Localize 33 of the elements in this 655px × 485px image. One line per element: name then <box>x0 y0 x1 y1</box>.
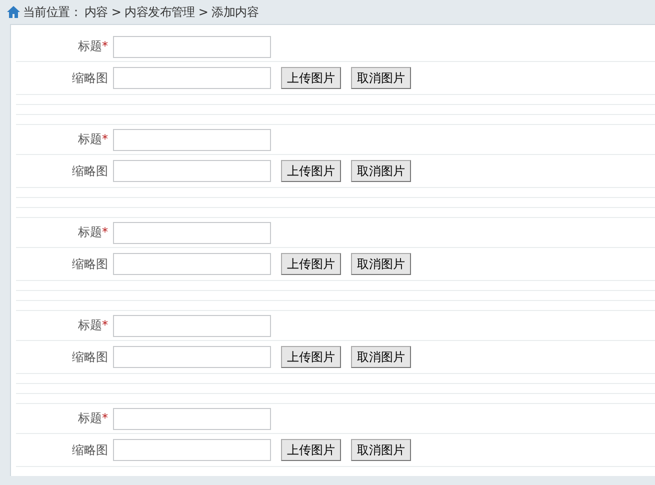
upload-button[interactable]: 上传图片 <box>281 439 341 461</box>
field-label: 标题* <box>77 410 109 427</box>
cancel-button[interactable]: 取消图片 <box>351 67 411 89</box>
field-label: 标题* <box>77 131 109 148</box>
input-field[interactable] <box>113 346 271 368</box>
field-label: 缩略图 <box>71 70 109 86</box>
input-field[interactable] <box>113 439 271 461</box>
input-field[interactable] <box>113 128 271 150</box>
input-field[interactable] <box>113 67 271 89</box>
input-field[interactable] <box>113 253 271 275</box>
input-field[interactable] <box>113 408 271 430</box>
breadcrumb-path: 内容 > 内容发布管理 > 添加内容 <box>84 4 258 20</box>
field-label: 标题* <box>77 317 109 334</box>
field-label: 标题* <box>77 38 109 55</box>
input-field[interactable] <box>113 222 271 244</box>
field-label: 标题* <box>77 224 109 241</box>
field-label: 缩略图 <box>71 442 109 458</box>
field-label: 缩略图 <box>71 348 109 366</box>
upload-button[interactable]: 上传图片 <box>281 346 341 368</box>
home-icon[interactable] <box>7 6 20 18</box>
upload-button[interactable]: 上传图片 <box>281 67 341 89</box>
input-field[interactable] <box>113 314 271 336</box>
input-field[interactable] <box>113 36 271 58</box>
field-label: 缩略图 <box>71 256 109 272</box>
cancel-button[interactable]: 取消图片 <box>351 346 411 368</box>
field-label: 缩略图 <box>71 162 109 180</box>
upload-button[interactable]: 上传图片 <box>281 253 341 275</box>
cancel-button[interactable]: 取消图片 <box>351 160 411 182</box>
input-field[interactable] <box>113 160 271 182</box>
cancel-button[interactable]: 取消图片 <box>351 439 411 461</box>
location-label: 当前位置： <box>23 4 82 20</box>
cancel-button[interactable]: 取消图片 <box>351 253 411 275</box>
upload-button[interactable]: 上传图片 <box>281 160 341 182</box>
